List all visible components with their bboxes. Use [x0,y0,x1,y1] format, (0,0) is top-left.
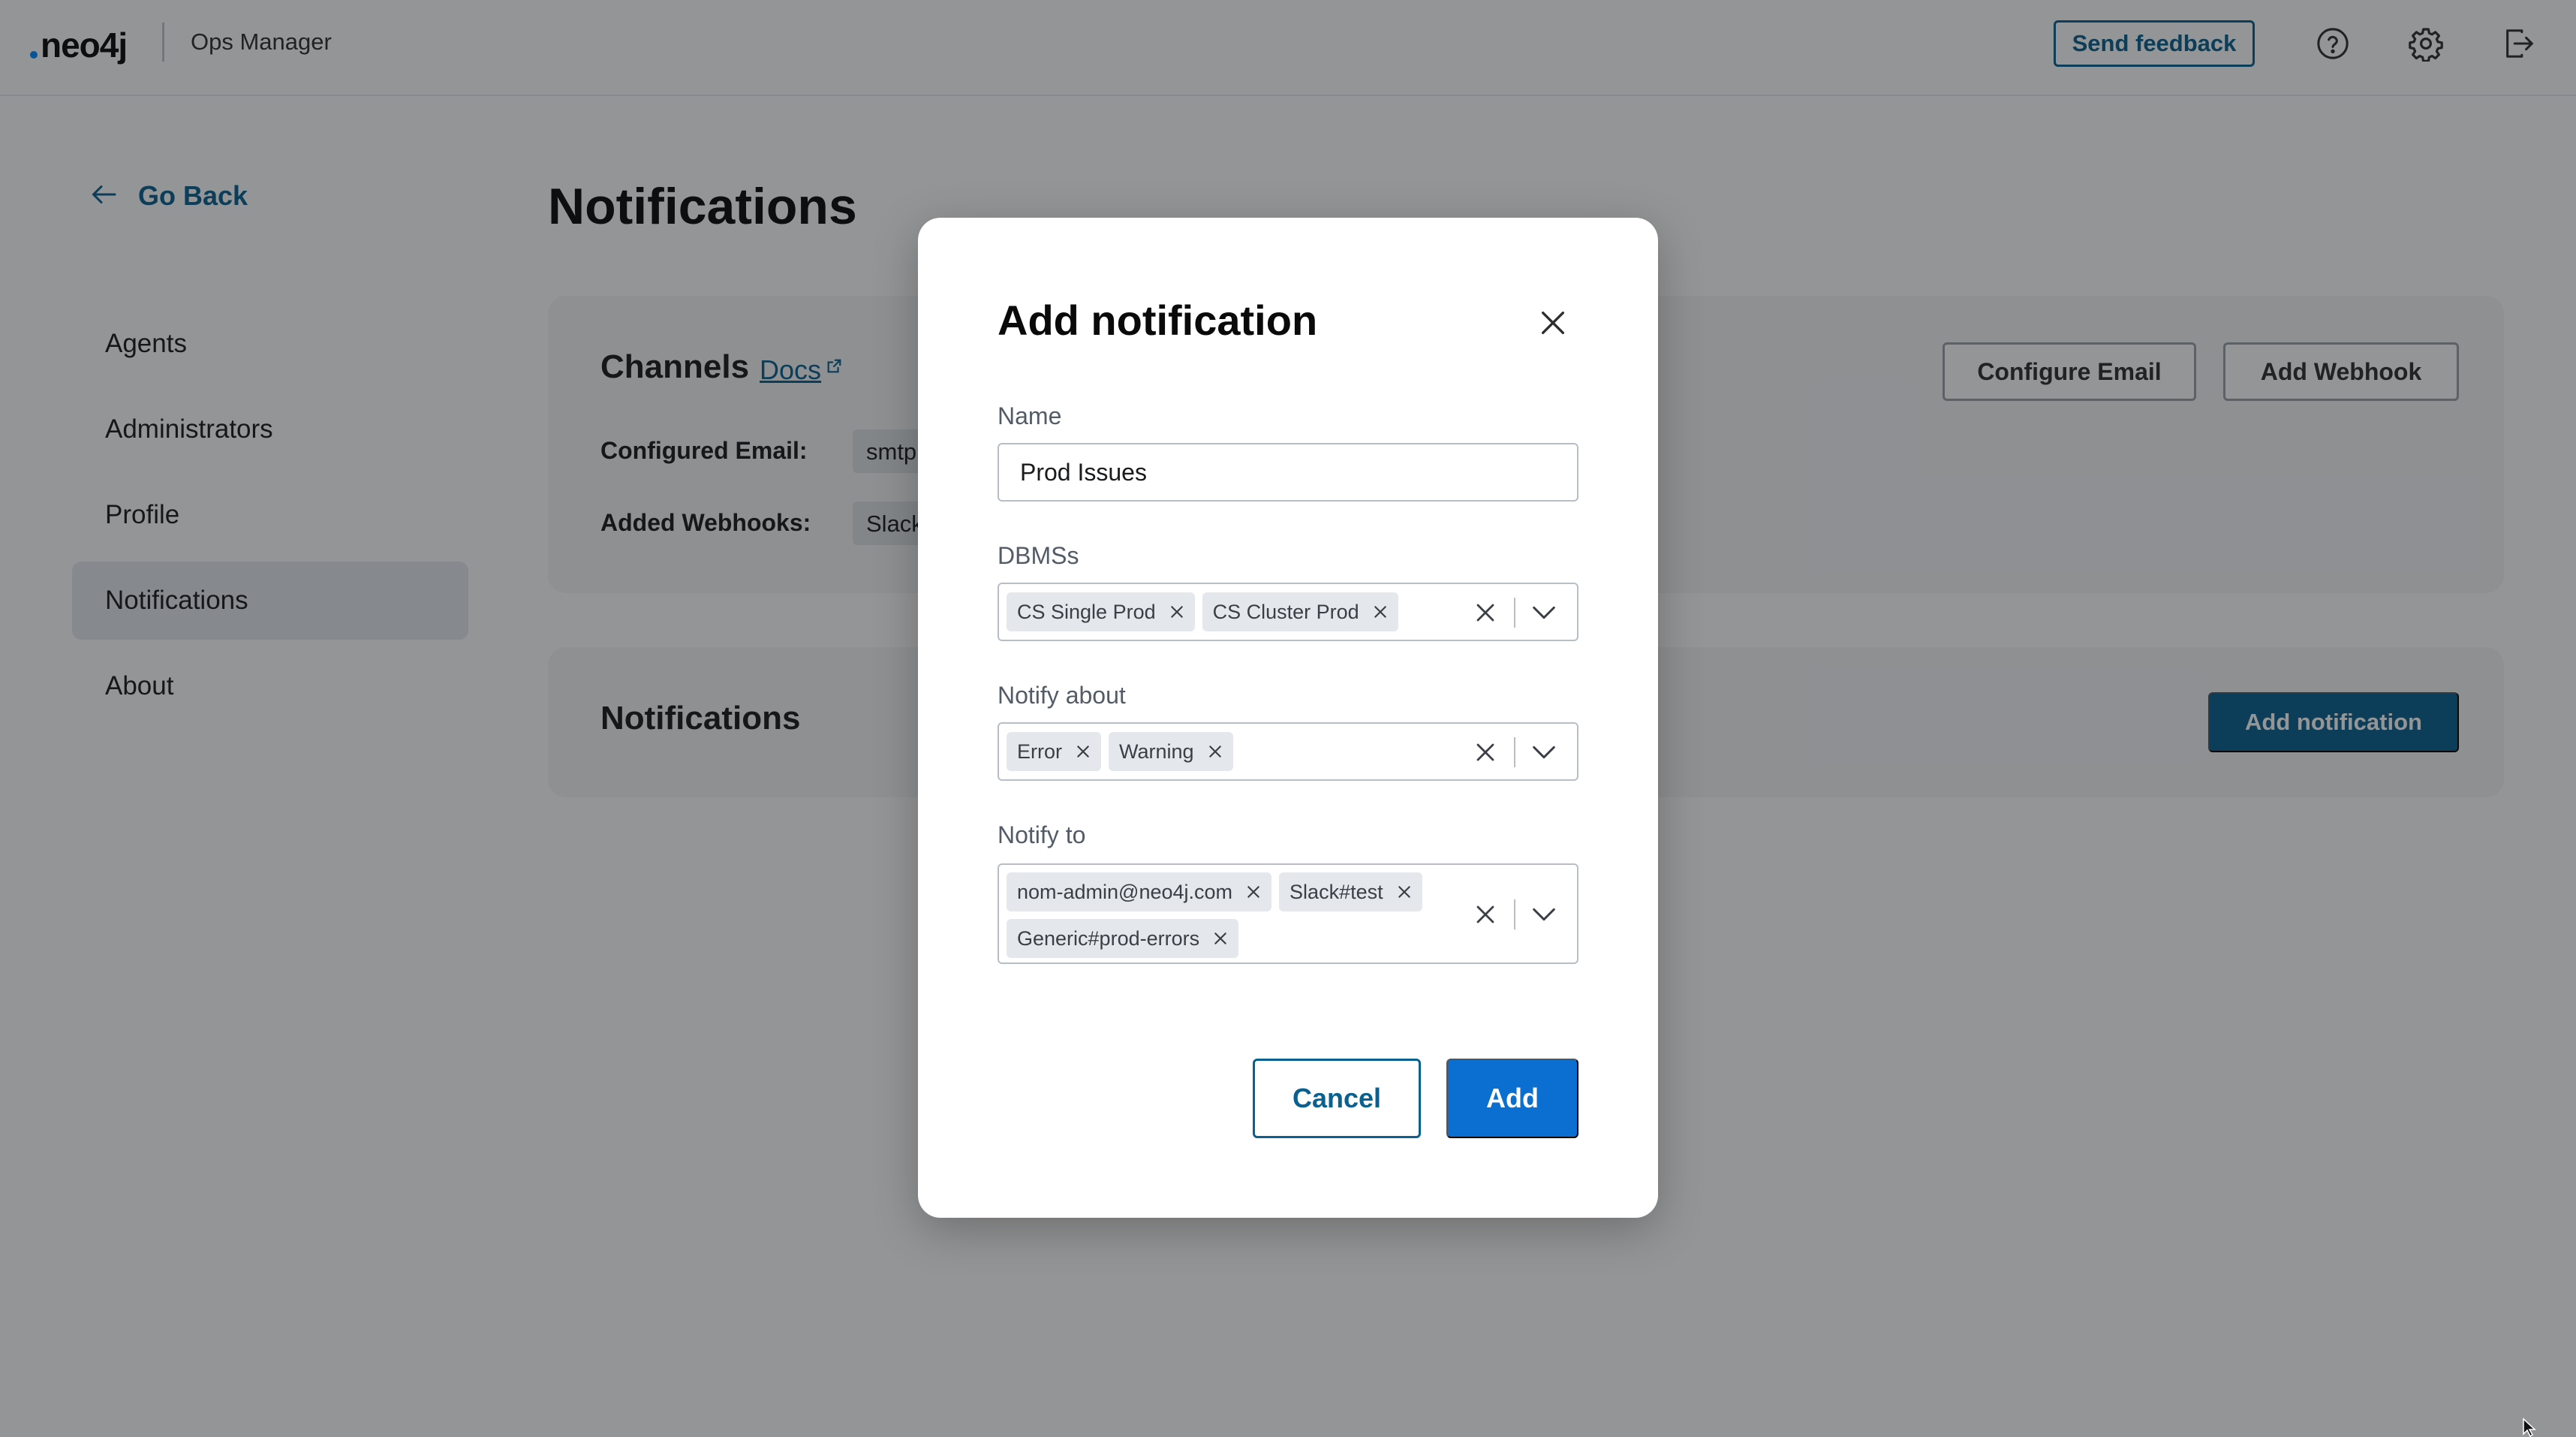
control-separator [1514,737,1515,767]
clear-all-icon[interactable] [1470,737,1500,767]
chevron-down-icon[interactable] [1529,899,1559,929]
tag-label: Slack#test [1290,880,1383,903]
notify-about-field-label: Notify about [998,682,1126,709]
name-field-label: Name [998,402,1062,429]
dbms-tag-list: CS Single Prod CS Cluster Prod [1007,592,1442,631]
control-separator [1514,899,1515,929]
mouse-cursor-icon [2522,1417,2540,1437]
close-dialog-button[interactable] [1532,302,1574,344]
chevron-down-icon[interactable] [1529,737,1559,767]
add-button[interactable]: Add [1446,1059,1578,1138]
remove-tag-icon[interactable] [1397,884,1412,899]
tag-error: Error [1007,732,1101,771]
remove-tag-icon[interactable] [1169,604,1184,619]
notify-to-field-label: Notify to [998,821,1086,848]
add-notification-dialog: Add notification Name DBMSs CS Single Pr… [918,218,1658,1218]
remove-tag-icon[interactable] [1208,744,1223,759]
tag-cs-single-prod: CS Single Prod [1007,592,1195,631]
tag-label: Warning [1119,740,1194,763]
control-separator [1514,598,1515,628]
dbms-field-label: DBMSs [998,542,1079,569]
notify-to-tag-list: nom-admin@neo4j.com Slack#test Generic#p… [1007,872,1442,958]
tag-generic-prod-errors: Generic#prod-errors [1007,919,1239,958]
clear-all-icon[interactable] [1470,899,1500,929]
remove-tag-icon[interactable] [1213,931,1228,946]
tag-label: Error [1017,740,1062,763]
close-icon [1542,312,1564,334]
clear-all-icon[interactable] [1470,598,1500,628]
cancel-button[interactable]: Cancel [1253,1059,1421,1138]
tag-label: Generic#prod-errors [1017,926,1200,950]
name-input[interactable] [998,443,1578,502]
notify-about-tag-list: Error Warning [1007,732,1442,771]
chevron-down-icon[interactable] [1529,598,1559,628]
dbms-multiselect[interactable]: CS Single Prod CS Cluster Prod [998,583,1578,641]
tag-label: CS Single Prod [1017,600,1156,623]
tag-nom-admin-email: nom-admin@neo4j.com [1007,872,1272,911]
tag-cs-cluster-prod: CS Cluster Prod [1202,592,1398,631]
dialog-title: Add notification [998,297,1318,344]
tag-warning: Warning [1109,732,1233,771]
notify-to-multiselect[interactable]: nom-admin@neo4j.com Slack#test Generic#p… [998,863,1578,964]
tag-slack-test: Slack#test [1279,872,1422,911]
tag-label: nom-admin@neo4j.com [1017,880,1233,903]
notify-about-multiselect[interactable]: Error Warning [998,722,1578,781]
tag-label: CS Cluster Prod [1212,600,1359,623]
remove-tag-icon[interactable] [1373,604,1388,619]
remove-tag-icon[interactable] [1076,744,1091,759]
remove-tag-icon[interactable] [1246,884,1261,899]
